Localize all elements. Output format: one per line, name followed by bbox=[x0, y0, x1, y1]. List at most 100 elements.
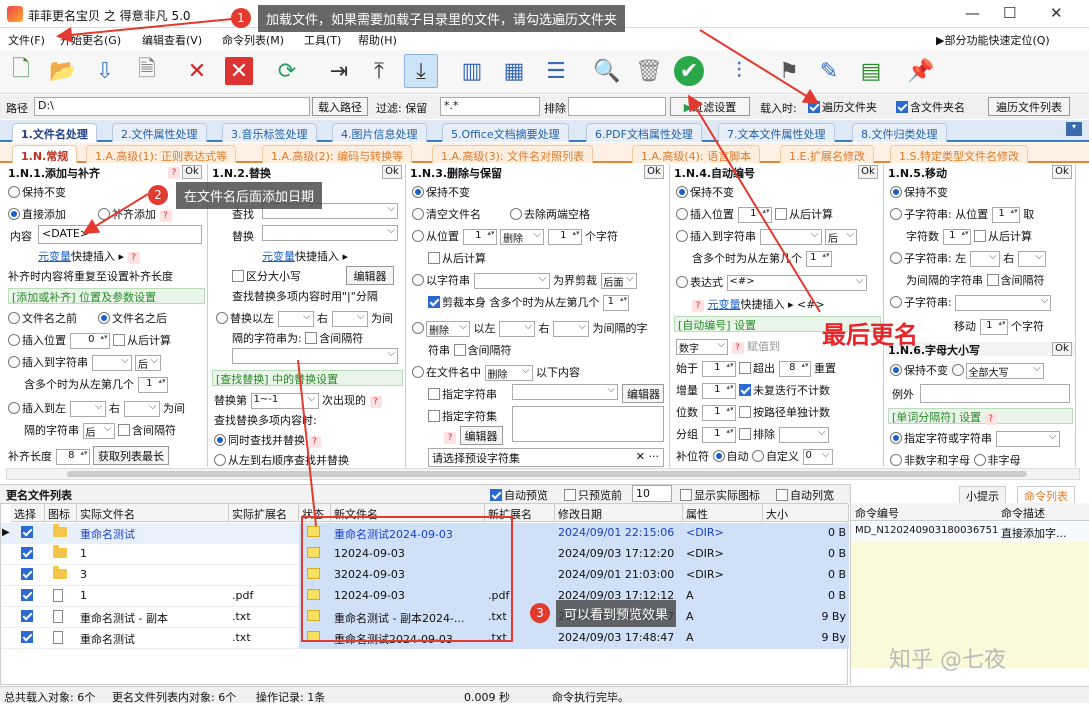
after-radio[interactable]: 文件名之后 bbox=[98, 310, 167, 326]
auto-cols-checkbox[interactable]: 自动列宽 bbox=[776, 487, 834, 503]
delete-between-radio[interactable]: 删除 以左 右 为间隔的字 bbox=[412, 320, 648, 337]
flag-icon[interactable]: ⚑ bbox=[772, 54, 806, 88]
get-max-button[interactable]: 获取列表最长 bbox=[93, 446, 169, 465]
tab-regex[interactable]: 1.A.高级(1): 正则表达式等 bbox=[86, 145, 237, 163]
menu-command-list[interactable]: 命令列表(M) bbox=[222, 32, 284, 48]
tab-extension[interactable]: 1.E.扩展名修改 bbox=[780, 145, 874, 163]
meta-var-link[interactable]: 元变量快捷插入 ▸ ? bbox=[38, 248, 140, 264]
replace-left-radio[interactable]: 替换以左 右 为间 bbox=[216, 310, 393, 327]
move-right-icon[interactable]: ⇥ bbox=[322, 54, 356, 88]
row-select[interactable] bbox=[11, 544, 45, 565]
menu-help[interactable]: 帮助(H) bbox=[358, 32, 397, 48]
ok-button[interactable]: Ok bbox=[182, 165, 202, 179]
ok-button[interactable]: Ok bbox=[858, 165, 878, 179]
tab-normal[interactable]: 1.N.常规 bbox=[12, 145, 78, 163]
row-select[interactable] bbox=[11, 565, 45, 586]
from-back-checkbox[interactable]: 从后计算 bbox=[428, 250, 486, 266]
panels-scrollbar[interactable] bbox=[6, 468, 1080, 480]
remove-icon[interactable]: ✕ bbox=[180, 54, 214, 88]
case-checkbox[interactable]: 区分大小写 bbox=[232, 268, 301, 284]
except-input[interactable] bbox=[920, 384, 1070, 403]
col-select[interactable]: 选择 bbox=[11, 504, 45, 522]
tab-image[interactable]: 4.图片信息处理 bbox=[332, 123, 427, 142]
col-size[interactable]: 大小 bbox=[763, 504, 849, 522]
editor-button[interactable]: 编辑器 bbox=[622, 384, 664, 403]
editor-button[interactable]: 编辑器 bbox=[346, 266, 394, 285]
auto-preview-checkbox[interactable]: 自动预览 bbox=[490, 487, 548, 503]
table-row[interactable]: 3 32024-09-03 2024/09/01 21:03:00 <DIR> 0 B bbox=[1, 565, 849, 586]
col-status[interactable]: 状态 bbox=[299, 504, 331, 522]
substr-pos-radio[interactable]: 子字符串: 从位置 1 取 bbox=[890, 206, 1034, 223]
rename-confirm-icon[interactable]: ✔ bbox=[674, 56, 704, 86]
sliders-icon[interactable]: ⫶ bbox=[722, 54, 756, 88]
col-ext[interactable]: 实际扩展名 bbox=[229, 504, 299, 522]
sim-replace-radio[interactable]: 同时查找并替换 ? bbox=[214, 432, 321, 448]
charset-editor[interactable]: ? 编辑器 bbox=[444, 426, 503, 445]
specify-set-checkbox[interactable]: 指定字符集 bbox=[428, 408, 497, 424]
table-row[interactable]: 重命名测试 - 副本.txt重命名测试 - 副本2024-....txt2024… bbox=[1, 607, 849, 628]
filter-settings-button[interactable]: ▶过滤设置 bbox=[670, 97, 750, 116]
grid-icon[interactable]: ▦ bbox=[497, 54, 531, 88]
exclude-input[interactable] bbox=[568, 97, 666, 116]
tab-file-attr[interactable]: 2.文件属性处理 bbox=[112, 123, 207, 142]
ok-button[interactable]: Ok bbox=[382, 165, 402, 179]
row-checkbox[interactable] bbox=[21, 631, 33, 643]
row-checkbox[interactable] bbox=[21, 526, 33, 538]
content-input[interactable]: <DATE> bbox=[38, 225, 202, 244]
import-icon[interactable]: ⇩ bbox=[88, 54, 122, 88]
insert-str-radio[interactable]: 插入到字符串 后 bbox=[676, 228, 857, 245]
table-row[interactable]: 1 12024-09-03 2024/09/03 17:12:20 <DIR> 0 B bbox=[1, 544, 849, 565]
preset-charset-select[interactable]: 请选择预设字符集 ✕ ··· bbox=[428, 448, 664, 467]
keep-radio[interactable]: 保持不变 bbox=[8, 184, 66, 200]
col-attr[interactable]: 属性 bbox=[683, 504, 763, 522]
preview-first-checkbox[interactable]: 只预览前 bbox=[564, 487, 622, 503]
non-digit-radio[interactable]: 非数字和字母 非字母 bbox=[890, 452, 1021, 467]
tabs-more-icon[interactable]: ▾ bbox=[1066, 122, 1082, 136]
export-icon[interactable]: 🗎 bbox=[130, 54, 164, 88]
specify-radio[interactable]: 指定字符或字符串 bbox=[890, 430, 1060, 447]
row-checkbox[interactable] bbox=[21, 568, 33, 580]
case-keep-radio[interactable]: 保持不变 全部大写 bbox=[890, 362, 1044, 379]
by-str-radio[interactable]: 以字符串 为界剪裁 后面 bbox=[412, 272, 637, 289]
add-file-icon[interactable]: 🗋 bbox=[4, 54, 38, 88]
keep-radio[interactable]: 保持不变 bbox=[890, 184, 948, 200]
clear-icon[interactable]: ✕ bbox=[225, 57, 253, 85]
col-icon[interactable]: 图标 bbox=[45, 504, 77, 522]
tab-classify[interactable]: 8.文件归类处理 bbox=[852, 123, 947, 142]
insert-pos-radio[interactable]: 插入位置 1 从后计算 bbox=[676, 206, 833, 223]
pad-add-radio[interactable]: 补齐添加 ? bbox=[98, 206, 172, 222]
meta-var-link[interactable]: ? 元变量快捷插入 ▸ <#> bbox=[692, 296, 825, 312]
col-date[interactable]: 修改日期 bbox=[555, 504, 683, 522]
row-select[interactable] bbox=[11, 586, 45, 607]
filter-input[interactable]: *.* bbox=[440, 97, 540, 116]
sheet-icon[interactable]: ▤ bbox=[854, 54, 888, 88]
quick-locate-menu[interactable]: ▶部分功能快速定位(Q) bbox=[936, 32, 1050, 48]
direct-add-radio[interactable]: 直接添加 bbox=[8, 206, 66, 222]
refresh-icon[interactable]: ⟳ bbox=[270, 54, 304, 88]
meta-var-link[interactable]: 元变量快捷插入 ▸ bbox=[262, 248, 348, 264]
traverse-list-button[interactable]: 遍历文件列表 bbox=[988, 97, 1070, 116]
command-row[interactable]: MD_N120240903180036751 直接添加字... bbox=[851, 522, 1089, 542]
substr3-radio[interactable]: 子字符串: bbox=[890, 294, 1052, 311]
row-select[interactable] bbox=[11, 523, 45, 544]
keep-radio[interactable]: 保持不变 bbox=[412, 184, 470, 200]
specify-str-input[interactable] bbox=[512, 384, 618, 400]
tab-encoding[interactable]: 1.A.高级(2): 编码与转换等 bbox=[262, 145, 413, 163]
tab-text[interactable]: 7.文本文件属性处理 bbox=[718, 123, 835, 142]
preview-count-input[interactable]: 10 bbox=[632, 485, 672, 502]
charset-textarea[interactable] bbox=[512, 406, 664, 442]
close-button[interactable]: ✕ bbox=[1050, 4, 1063, 22]
menu-file[interactable]: 文件(F) bbox=[8, 32, 45, 48]
ok-button[interactable]: Ok bbox=[644, 165, 664, 179]
search-icon[interactable]: 🔍 bbox=[590, 54, 624, 88]
tab-office[interactable]: 5.Office文档摘要处理 bbox=[442, 123, 569, 142]
move-bottom-icon[interactable]: ⤓ bbox=[404, 54, 438, 88]
menu-tools[interactable]: 工具(T) bbox=[304, 32, 341, 48]
ok-button[interactable]: Ok bbox=[1052, 165, 1072, 179]
insert-to-str-radio[interactable]: 插入到字符串 后 bbox=[8, 354, 161, 371]
row-checkbox[interactable] bbox=[21, 547, 33, 559]
specify-str-checkbox[interactable]: 指定字符串 bbox=[428, 386, 497, 402]
row-select[interactable] bbox=[11, 607, 45, 628]
menu-start-rename[interactable]: 开始更名(G) bbox=[60, 32, 121, 48]
col-name[interactable]: 实际文件名 bbox=[77, 504, 229, 522]
